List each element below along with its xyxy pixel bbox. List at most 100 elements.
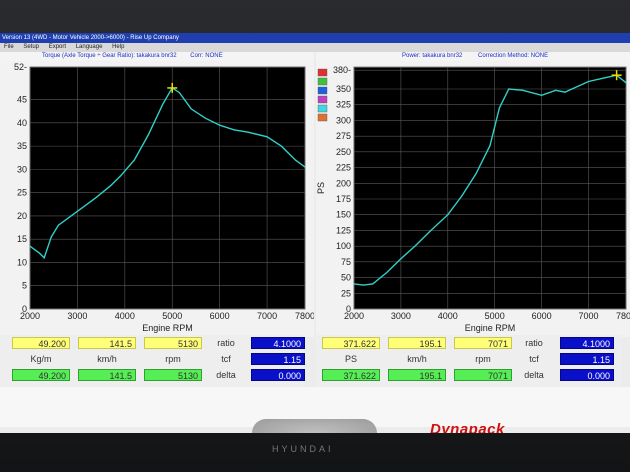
data-point: [498, 107, 500, 109]
data-point: [219, 124, 221, 126]
data-point: [400, 258, 402, 260]
speed-live-value: 141.5: [78, 369, 136, 381]
x-tick-label: 3000: [67, 311, 87, 321]
menu-file[interactable]: File: [4, 44, 14, 50]
data-point: [564, 91, 566, 93]
tcf-value[interactable]: 1.15: [251, 353, 305, 365]
x-tick-label: 4000: [115, 311, 135, 321]
data-point: [76, 210, 79, 212]
y-tick-label: 0: [346, 304, 351, 314]
data-point: [489, 144, 491, 147]
data-point: [110, 185, 112, 187]
menu-language[interactable]: Language: [76, 44, 103, 50]
menu-export[interactable]: Export: [49, 44, 66, 50]
power-chart-panel: 2000300040005000600070007800025507510012…: [316, 61, 630, 337]
y-tick-label: 0: [22, 304, 27, 314]
power-label: Power: takakura bnr32: [402, 53, 463, 59]
x-tick-label: 7800: [295, 311, 314, 321]
data-point: [133, 159, 135, 161]
data-point: [475, 173, 477, 175]
y-tick-label: 75: [341, 257, 351, 267]
data-point: [304, 166, 306, 168]
y-tick-label: 125: [336, 225, 351, 235]
legend-swatch: [317, 95, 328, 104]
y-tick-label: 225: [336, 163, 351, 173]
data-point: [280, 145, 282, 147]
data-point: [386, 271, 388, 274]
y-tick-label: 150: [336, 210, 351, 220]
torque-live-value: 49.200: [12, 369, 70, 381]
data-point: [587, 80, 590, 83]
y-tick-label: 15: [17, 234, 27, 244]
data-point: [178, 91, 180, 94]
data-point: [204, 117, 207, 119]
rpm-value: 5130: [144, 337, 202, 349]
y-tick-label: 35: [17, 141, 27, 151]
y-tick-label: 40: [17, 118, 27, 128]
redacted-area: [252, 419, 377, 433]
power-speed-unit: km/h: [407, 354, 427, 364]
data-point: [50, 236, 52, 238]
menu-help[interactable]: Help: [112, 44, 124, 50]
y-tick-label: 200: [336, 178, 351, 188]
power-tcf-value[interactable]: 1.15: [560, 353, 614, 365]
ratio-value[interactable]: 4.1000: [251, 337, 305, 349]
power-readout: 371.622 195.1 7071 ratio 4.1000 PS km/h …: [316, 335, 621, 387]
power-chart[interactable]: 2000300040005000600070007800025507510012…: [316, 61, 630, 337]
y-tick-label: 300: [336, 115, 351, 125]
power-delta-value[interactable]: 0.000: [560, 369, 614, 381]
data-point: [601, 77, 604, 79]
data-point: [508, 88, 510, 90]
y-tick-label: 50: [341, 273, 351, 283]
x-tick-label: 7000: [578, 311, 598, 321]
speed-value: 141.5: [78, 337, 136, 349]
data-point: [190, 108, 192, 110]
legend-swatch: [317, 77, 328, 86]
legend-swatch: [317, 86, 328, 95]
torque-readout: 49.200 141.5 5130 ratio 4.1000 Kg/m km/h…: [0, 335, 305, 387]
menu-setup[interactable]: Setup: [23, 44, 39, 50]
delta-label: delta: [216, 370, 236, 380]
y-tick-label: 52-: [14, 62, 27, 72]
power-speed-live-value: 195.1: [388, 369, 446, 381]
rpm-unit: rpm: [165, 354, 181, 364]
x-tick-label: 5000: [162, 311, 182, 321]
power-tcf-label: tcf: [529, 354, 539, 364]
tcf-label: tcf: [221, 354, 231, 364]
torque-panel-header: Torque (Axle Torque ÷ Gear Ratio): takak…: [0, 52, 314, 61]
y-tick-label: 175: [336, 194, 351, 204]
x-tick-label: 6000: [532, 311, 552, 321]
legend-swatch: [317, 113, 328, 122]
data-point: [29, 245, 31, 247]
app-window: Version 13 (4WD - Motor Vehicle 2000->60…: [0, 33, 630, 433]
menu-bar: File Setup Export Language Help: [0, 43, 630, 52]
plot-area: [353, 66, 627, 310]
data-point: [522, 89, 524, 91]
dynapack-logo: Dynapack: [430, 421, 505, 433]
torque-value: 49.200: [12, 337, 70, 349]
x-axis-label: Engine RPM: [142, 323, 193, 333]
power-ratio-value[interactable]: 4.1000: [560, 337, 614, 349]
y-tick-label: 10: [17, 257, 27, 267]
data-point: [162, 103, 164, 105]
data-point: [57, 224, 60, 226]
data-point: [119, 175, 121, 177]
y-tick-label: 25: [17, 188, 27, 198]
rpm-live-value: 5130: [144, 369, 202, 381]
data-point: [625, 82, 627, 84]
data-point: [95, 196, 97, 198]
plot-area: [29, 66, 306, 310]
delta-value[interactable]: 0.000: [251, 369, 305, 381]
data-point: [428, 231, 430, 233]
torque-chart[interactable]: 2000 3000 4000 5000 6000 7000 7800051015202530…: [0, 61, 315, 337]
y-tick-label: 30: [17, 164, 27, 174]
power-delta-label: delta: [524, 370, 544, 380]
torque-unit: Kg/m: [30, 354, 52, 364]
x-tick-label: 7800: [616, 311, 630, 321]
x-tick-label: 4000: [438, 311, 458, 321]
power-ratio-label: ratio: [525, 338, 543, 348]
data-point: [362, 284, 364, 286]
data-point: [372, 283, 374, 285]
data-point: [540, 94, 543, 96]
y-tick-label: 325: [336, 100, 351, 110]
